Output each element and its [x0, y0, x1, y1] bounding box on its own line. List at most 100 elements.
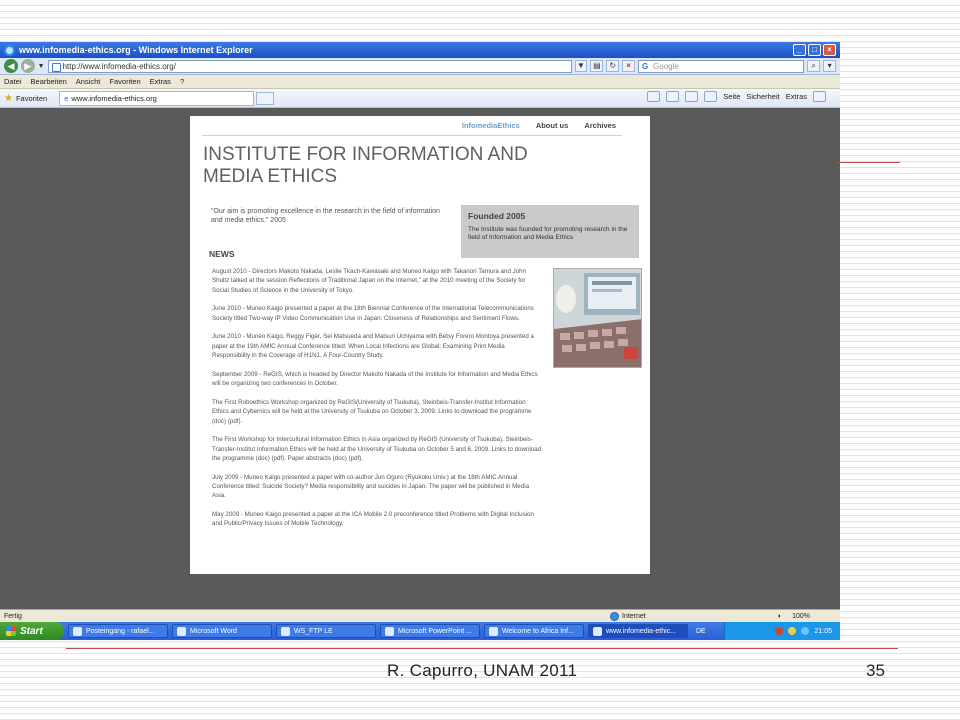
feeds-icon[interactable] — [666, 91, 680, 102]
nav-infomediaethics[interactable]: InfomediaEthics — [462, 121, 520, 130]
news-heading: NEWS — [209, 249, 235, 259]
keyboard-mouse-photo — [553, 268, 642, 368]
web-page: InfomediaEthics About us Archives INSTIT… — [190, 116, 650, 574]
taskbar-item-powerpoint[interactable]: Microsoft PowerPoint ... — [380, 624, 480, 638]
title-bar: www.infomedia-ethics.org - Windows Inter… — [0, 42, 840, 58]
news-item: June 2010 - Muneo Kaigo, Reggy Figer, Se… — [212, 333, 534, 360]
slide-accent-line-bottom — [66, 648, 898, 649]
slide-accent-line-top — [838, 162, 900, 163]
nav-archives[interactable]: Archives — [584, 121, 616, 130]
taskbar-item-africa[interactable]: Welcome to Africa Inf... — [484, 624, 584, 638]
menu-extras[interactable]: Extras — [150, 77, 171, 86]
founded-box: Founded 2005 The Institute was founded f… — [461, 205, 639, 258]
taskbar-item-label: Posteingang - rafael... — [86, 627, 155, 635]
slide-number: 35 — [866, 661, 885, 680]
security-menu[interactable]: Sicherheit — [746, 92, 779, 101]
taskbar-item-label: Microsoft PowerPoint ... — [398, 627, 472, 635]
news-item: The First Workshop for Intercultural Inf… — [212, 436, 542, 462]
slide-footer: R. Capurro, UNAM 2011 — [387, 661, 578, 680]
ftp-icon — [281, 626, 290, 636]
taskbar-item-infomedia[interactable]: www.infomedia-ethic... — [588, 624, 688, 638]
taskbar-item-word[interactable]: Microsoft Word — [172, 624, 272, 638]
founded-text: The Institute was founded for promoting … — [468, 226, 628, 241]
start-label: Start — [20, 625, 43, 637]
menu-help[interactable]: ? — [180, 77, 184, 86]
news-item: August 2010 - Directors Makoto Nakada, L… — [212, 268, 527, 294]
ie-icon — [489, 626, 498, 636]
ie-page-icon: e — [64, 93, 69, 103]
tray-icon-antivirus[interactable] — [775, 627, 784, 635]
site-navigation: InfomediaEthics About us Archives — [202, 116, 622, 136]
print-icon[interactable] — [704, 91, 718, 102]
word-icon — [177, 626, 186, 636]
window-title: www.infomedia-ethics.org - Windows Inter… — [19, 45, 253, 55]
status-bar: Fertig Internet ◐ 100% — [0, 609, 840, 622]
taskbar-item-label: Welcome to Africa Inf... — [502, 627, 574, 635]
compatibility-button[interactable]: ▤ — [590, 60, 604, 72]
menu-datei[interactable]: Datei — [4, 77, 22, 86]
address-bar: ◀ ▶ ▼ http://www.infomedia-ethics.org/ ▼… — [0, 58, 840, 75]
start-button[interactable]: Start — [0, 622, 64, 640]
url-input[interactable]: http://www.infomedia-ethics.org/ — [47, 59, 572, 73]
tray-icon-network[interactable] — [788, 627, 797, 635]
ie-icon — [593, 626, 602, 636]
url-dropdown-button[interactable]: ▼ — [574, 60, 588, 72]
system-tray: 21:05 — [724, 622, 840, 640]
search-options-button[interactable]: ▾ — [823, 60, 837, 72]
menu-bar: Datei Bearbeiten Ansicht Favoriten Extra… — [0, 75, 840, 89]
new-tab-button[interactable] — [256, 91, 275, 105]
nav-about-us[interactable]: About us — [536, 121, 569, 130]
help-icon[interactable] — [813, 91, 826, 102]
refresh-button[interactable]: ↻ — [606, 60, 620, 72]
browser-window: www.infomedia-ethics.org - Windows Inter… — [0, 42, 840, 640]
news-item: September 2009 - ReGIS, which is headed … — [212, 370, 538, 388]
status-text: Fertig — [4, 612, 22, 620]
back-button[interactable]: ◀ — [4, 59, 18, 73]
taskbar-item-label: www.infomedia-ethic... — [606, 627, 677, 635]
powerpoint-icon — [385, 626, 394, 636]
taskbar: Start Posteingang - rafael... Microsoft … — [0, 622, 840, 640]
search-input[interactable]: Google — [638, 59, 805, 73]
home-icon[interactable] — [647, 91, 661, 102]
protected-mode-icon[interactable]: ◐ — [778, 613, 782, 620]
windows-flag-icon — [6, 626, 16, 636]
maximize-button[interactable]: □ — [808, 44, 821, 56]
taskbar-item-label: Microsoft Word — [190, 627, 237, 635]
news-item: May 2009 - Muneo Kaigo presented a paper… — [212, 511, 534, 528]
menu-favoriten[interactable]: Favoriten — [109, 77, 140, 86]
news-list: August 2010 - Directors Makoto Nakada, L… — [212, 267, 544, 538]
taskbar-item-outlook[interactable]: Posteingang - rafael... — [68, 624, 168, 638]
ie-logo-icon — [4, 44, 15, 56]
close-button[interactable]: × — [823, 44, 836, 56]
taskbar-item-ftp[interactable]: WS_FTP LE — [276, 624, 376, 638]
clock[interactable]: 21:05 — [814, 628, 832, 635]
internet-zone-icon — [610, 612, 619, 621]
history-dropdown-icon[interactable]: ▼ — [38, 63, 45, 70]
founded-title: Founded 2005 — [468, 211, 526, 221]
mail-icon[interactable] — [685, 91, 699, 102]
tray-icon-volume[interactable] — [801, 627, 810, 635]
language-indicator[interactable]: DE — [696, 628, 706, 635]
outlook-icon — [73, 626, 82, 636]
page-menu[interactable]: Seite — [723, 92, 740, 101]
news-item: July 2009 - Muneo Kaigo presented a pape… — [212, 473, 530, 500]
favorites-star-icon[interactable]: ★ — [4, 93, 13, 104]
search-button[interactable]: ⌕ — [807, 60, 821, 72]
favorites-bar: ★ Favoriten e www.infomedia-ethics.org S… — [0, 89, 840, 108]
mission-statement: "Our aim is promoting excellence in the … — [211, 208, 440, 224]
news-item: The First Roboethics Workshop organized … — [212, 398, 532, 425]
tab-infomedia[interactable]: e www.infomedia-ethics.org — [59, 90, 255, 106]
tab-label: www.infomedia-ethics.org — [71, 93, 157, 103]
menu-ansicht[interactable]: Ansicht — [76, 77, 101, 86]
news-item: June 2010 - Muneo Kaigo presented a pape… — [212, 305, 534, 322]
taskbar-item-label: WS_FTP LE — [294, 627, 333, 635]
zone-label: Internet — [622, 613, 646, 620]
favorites-button[interactable]: Favoriten — [16, 94, 47, 103]
zoom-level[interactable]: 100% — [792, 613, 810, 620]
menu-bearbeiten[interactable]: Bearbeiten — [31, 77, 67, 86]
minimize-button[interactable]: _ — [793, 44, 806, 56]
tools-menu[interactable]: Extras — [786, 92, 807, 101]
site-title: INSTITUTE FOR INFORMATION AND MEDIA ETHI… — [203, 144, 528, 187]
forward-button[interactable]: ▶ — [20, 59, 35, 73]
stop-button[interactable]: × — [622, 60, 636, 72]
